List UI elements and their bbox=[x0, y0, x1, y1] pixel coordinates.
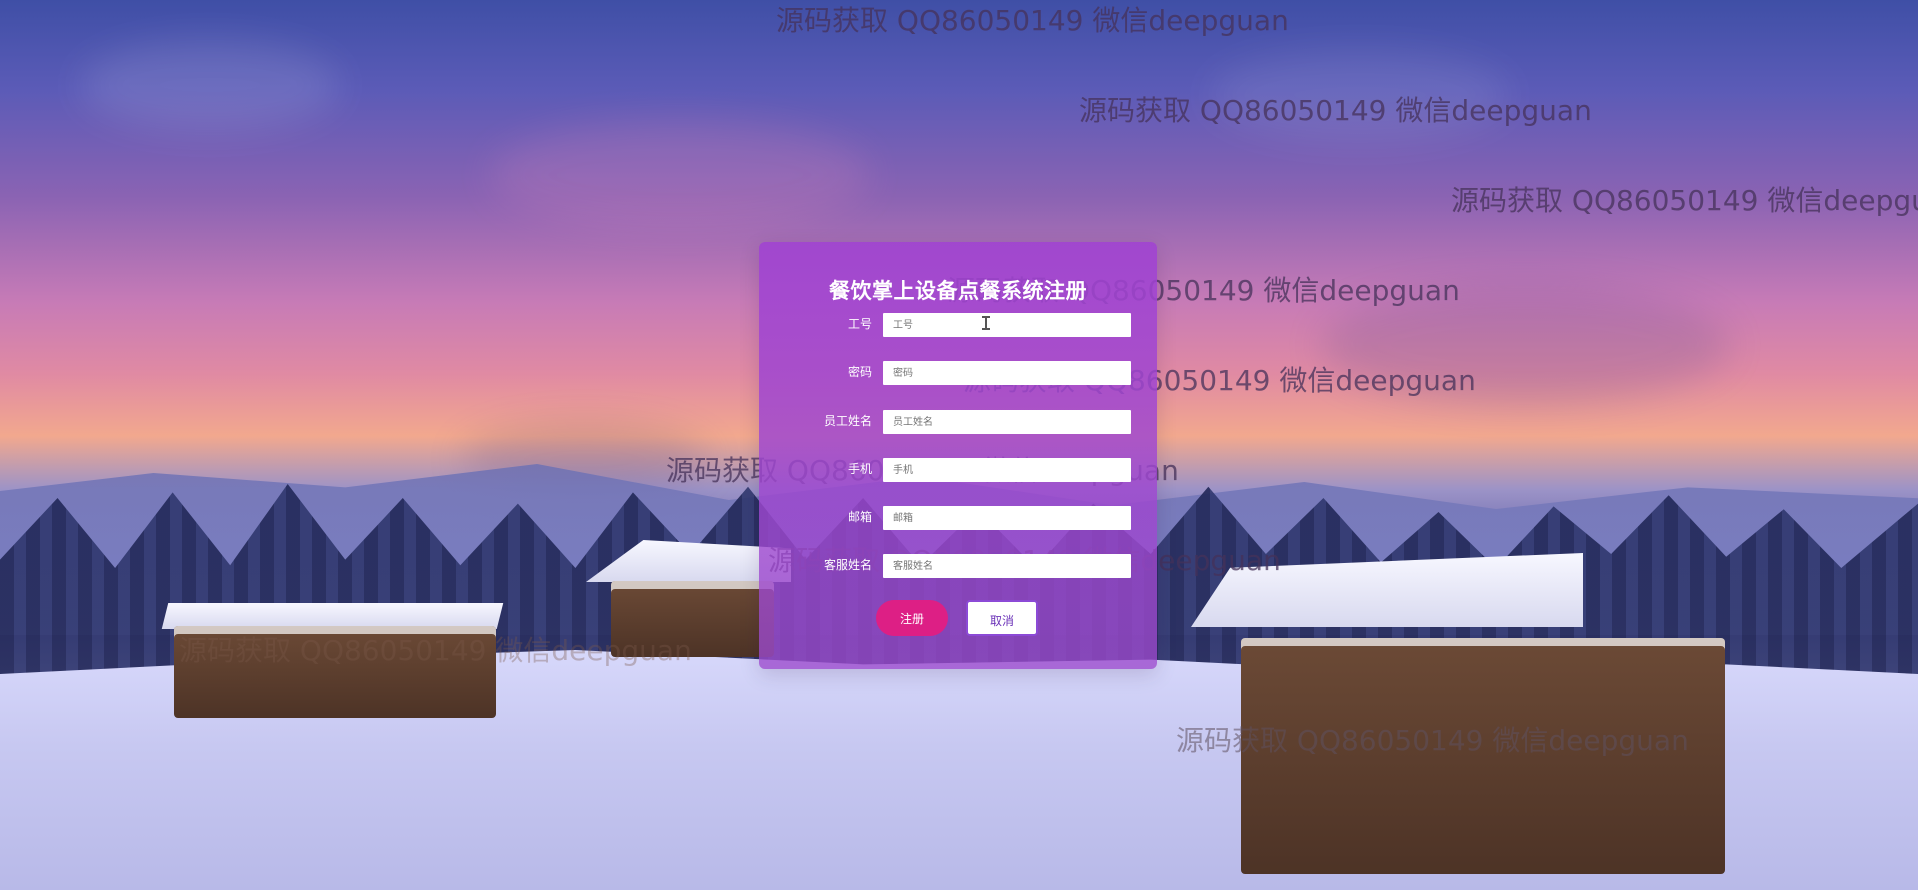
cloud-decoration bbox=[490, 120, 870, 230]
form-row-service-name: 客服姓名 bbox=[759, 552, 1157, 582]
form-row-password: 密码 bbox=[759, 359, 1157, 389]
cloud-decoration bbox=[80, 40, 340, 130]
service-name-label: 客服姓名 bbox=[823, 558, 872, 572]
password-input[interactable] bbox=[883, 361, 1131, 385]
text-cursor-icon bbox=[982, 316, 990, 330]
registration-title: 餐饮掌上设备点餐系统注册 bbox=[829, 279, 1087, 303]
phone-label: 手机 bbox=[847, 462, 872, 476]
cabin bbox=[174, 626, 496, 718]
cabin bbox=[1241, 638, 1725, 874]
password-label: 密码 bbox=[847, 365, 872, 379]
email-label: 邮箱 bbox=[847, 510, 872, 524]
watermark-text: 源码获取 QQ86050149 微信deepguan bbox=[776, 4, 1289, 37]
page-background: 源码获取 QQ86050149 微信deepguan 源码获取 QQ860501… bbox=[0, 0, 1918, 890]
register-button[interactable]: 注册 bbox=[876, 600, 948, 636]
employee-name-input[interactable] bbox=[883, 410, 1131, 434]
form-row-employee-id: 工号 bbox=[759, 311, 1157, 341]
employee-name-label: 员工姓名 bbox=[823, 414, 872, 428]
service-name-input[interactable] bbox=[883, 554, 1131, 578]
form-row-employee-name: 员工姓名 bbox=[759, 408, 1157, 438]
cancel-button[interactable]: 取消 bbox=[966, 600, 1038, 636]
form-row-phone: 手机 bbox=[759, 456, 1157, 486]
cloud-decoration bbox=[1320, 285, 1730, 405]
employee-id-label: 工号 bbox=[847, 317, 872, 331]
cabin bbox=[611, 581, 774, 657]
form-row-email: 邮箱 bbox=[759, 504, 1157, 534]
employee-id-input[interactable] bbox=[883, 313, 1131, 337]
email-input[interactable] bbox=[883, 506, 1131, 530]
registration-panel: 餐饮掌上设备点餐系统注册 工号 密码 员工姓名 手机 邮箱 客服姓名 注册 取消 bbox=[759, 242, 1157, 669]
cloud-decoration bbox=[1210, 50, 1510, 140]
watermark-text: 源码获取 QQ86050149 微信deepguan bbox=[1451, 184, 1918, 217]
phone-input[interactable] bbox=[883, 458, 1131, 482]
